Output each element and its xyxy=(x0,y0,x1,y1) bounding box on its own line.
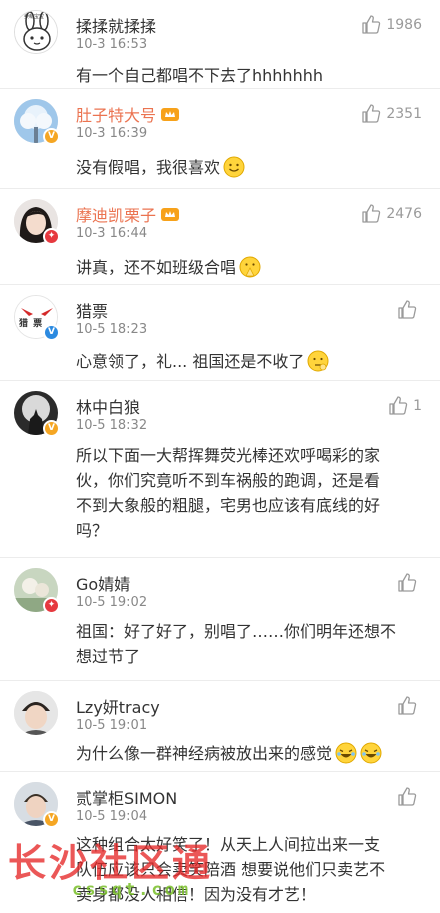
comment-text-line: 这种组合太好笑了！从天上人间拉出来一支 xyxy=(76,835,381,854)
like-count: 2351 xyxy=(386,105,422,122)
comment-time: 10-5 19:04 xyxy=(76,809,148,824)
comment-text: 心意领了，礼... 祖国还是不收了 xyxy=(76,349,426,374)
like-button[interactable] xyxy=(397,787,422,806)
thumbs-up-icon xyxy=(362,104,381,123)
comment-text-line: 不到大象般的粗腿，宅男也应该有底线的好 xyxy=(76,496,381,515)
comment-text: 为什么像一群神经病被放出来的感觉 xyxy=(76,741,426,766)
thumbs-up-icon xyxy=(398,787,417,806)
like-button[interactable]: 1986 xyxy=(361,15,422,34)
comment-username[interactable]: 猎票 xyxy=(76,298,108,322)
comment-username[interactable]: Go婧婧 xyxy=(76,571,130,595)
boy-avatar-icon xyxy=(14,691,58,735)
thumbs-up-icon xyxy=(362,204,381,223)
verified-badge-icon: V xyxy=(43,811,60,828)
comment-time: 10-3 16:53 xyxy=(76,37,148,52)
comment-username[interactable]: 林中白狼 xyxy=(76,394,140,418)
comment-text-line: 所以下面一大帮挥舞荧光棒还欢呼喝彩的家 xyxy=(76,446,381,465)
smile-emoji-icon xyxy=(223,156,245,178)
like-count: 1986 xyxy=(386,16,422,33)
laughing-tears-emoji-icon xyxy=(335,742,357,764)
vip-crown-icon xyxy=(161,208,180,221)
verified-badge-icon: V xyxy=(43,324,60,341)
avatar-caption: 猎 票 xyxy=(19,319,44,329)
comment-text-line: 祖国：好了好了，别唱了……你们明年还想不 xyxy=(76,622,397,641)
comment-time: 10-5 18:23 xyxy=(76,322,148,337)
comment-text-line: 伙，你们究竟听不到车祸般的跑调，还是看 xyxy=(76,471,381,490)
comment-time: 10-5 18:32 xyxy=(76,418,148,433)
thumbs-up-icon xyxy=(398,573,417,592)
verified-badge-icon: ✦ xyxy=(43,228,60,245)
laughing-tears-emoji-icon xyxy=(360,742,382,764)
comment-text-line: 想过节了 xyxy=(76,647,141,666)
verified-badge-icon: V xyxy=(43,128,60,145)
comment-username[interactable]: 贰掌柜SIMON xyxy=(76,785,177,809)
like-button[interactable]: 1 xyxy=(388,396,422,415)
thumbs-up-icon xyxy=(389,396,408,415)
comment-text-line: 吗？ xyxy=(76,521,109,540)
like-count: 1 xyxy=(413,397,422,414)
comment-item: 卖萌宝宝 揉揉就揉揉 10-3 16:53 1986 有一个自己都唱不下去了hh… xyxy=(0,0,440,89)
like-button[interactable] xyxy=(397,696,422,715)
comment-item: V 林中白狼 10-5 18:32 1 所以下面一大帮挥舞荧光棒还欢呼喝彩的家 … xyxy=(0,381,440,558)
comment-username[interactable]: 肚子特大号 xyxy=(76,102,180,126)
comment-text: 有一个自己都唱不下去了hhhhhhh xyxy=(76,66,323,85)
comment-username[interactable]: 摩迪凯栗子 xyxy=(76,202,180,226)
like-button[interactable] xyxy=(397,573,422,592)
avatar-caption: 卖萌宝宝 xyxy=(24,14,45,20)
like-count: 2476 xyxy=(386,205,422,222)
comment-text: 讲真，还不如班级合唱 xyxy=(76,255,426,280)
comment-text: 祖国：好了好了，别唱了……你们明年还想不 想过节了 xyxy=(76,619,426,669)
comment-username[interactable]: Lzy妍tracy xyxy=(76,694,160,718)
comment-item: 猎 票 V 猎票 10-5 18:23 心意领了，礼... 祖国还是不收了 xyxy=(0,285,440,381)
comment-time: 10-5 19:02 xyxy=(76,595,148,610)
comment-text: 这种组合太好笑了！从天上人间拉出来一支 队伍应该只会卖笑陪酒 想要说他们只卖艺不… xyxy=(76,832,426,907)
comment-time: 10-3 16:39 xyxy=(76,126,148,141)
comment-item: ✦ Go婧婧 10-5 19:02 祖国：好了好了，别唱了……你们明年还想不 想… xyxy=(0,558,440,681)
vip-crown-icon xyxy=(161,108,180,121)
comment-item: V 肚子特大号 10-3 16:39 2351 没有假唱，我很喜欢 xyxy=(0,89,440,189)
like-button[interactable] xyxy=(397,300,422,319)
verified-badge-icon: ✦ xyxy=(43,597,60,614)
comment-text-line: 队伍应该只会卖笑陪酒 想要说他们只卖艺不 xyxy=(76,860,386,879)
comment-item: ✦ 摩迪凯栗子 10-3 16:44 2476 讲真，还不如班级合唱 xyxy=(0,189,440,285)
comment-time: 10-3 16:44 xyxy=(76,226,148,241)
thinking-emoji-icon xyxy=(307,350,329,372)
like-button[interactable]: 2476 xyxy=(361,204,422,223)
praying-emoji-icon xyxy=(239,256,261,278)
comment-username[interactable]: 揉揉就揉揉 xyxy=(76,13,156,37)
verified-badge-icon: V xyxy=(43,420,60,437)
comment-text-line: 卖身都没人相信！因为没有才艺！ xyxy=(76,885,317,904)
thumbs-up-icon xyxy=(398,696,417,715)
comment-item: Lzy妍tracy 10-5 19:01 为什么像一群神经病被放出来的感觉 xyxy=(0,681,440,772)
like-button[interactable]: 2351 xyxy=(361,104,422,123)
thumbs-up-icon xyxy=(398,300,417,319)
comment-item: V 贰掌柜SIMON 10-5 19:04 这种组合太好笑了！从天上人间拉出来一… xyxy=(0,772,440,913)
comment-time: 10-5 19:01 xyxy=(76,718,148,733)
comment-text: 所以下面一大帮挥舞荧光棒还欢呼喝彩的家 伙，你们究竟听不到车祸般的跑调，还是看 … xyxy=(76,443,426,543)
thumbs-up-icon xyxy=(362,15,381,34)
comment-text: 没有假唱，我很喜欢 xyxy=(76,155,426,180)
avatar[interactable] xyxy=(14,691,58,735)
